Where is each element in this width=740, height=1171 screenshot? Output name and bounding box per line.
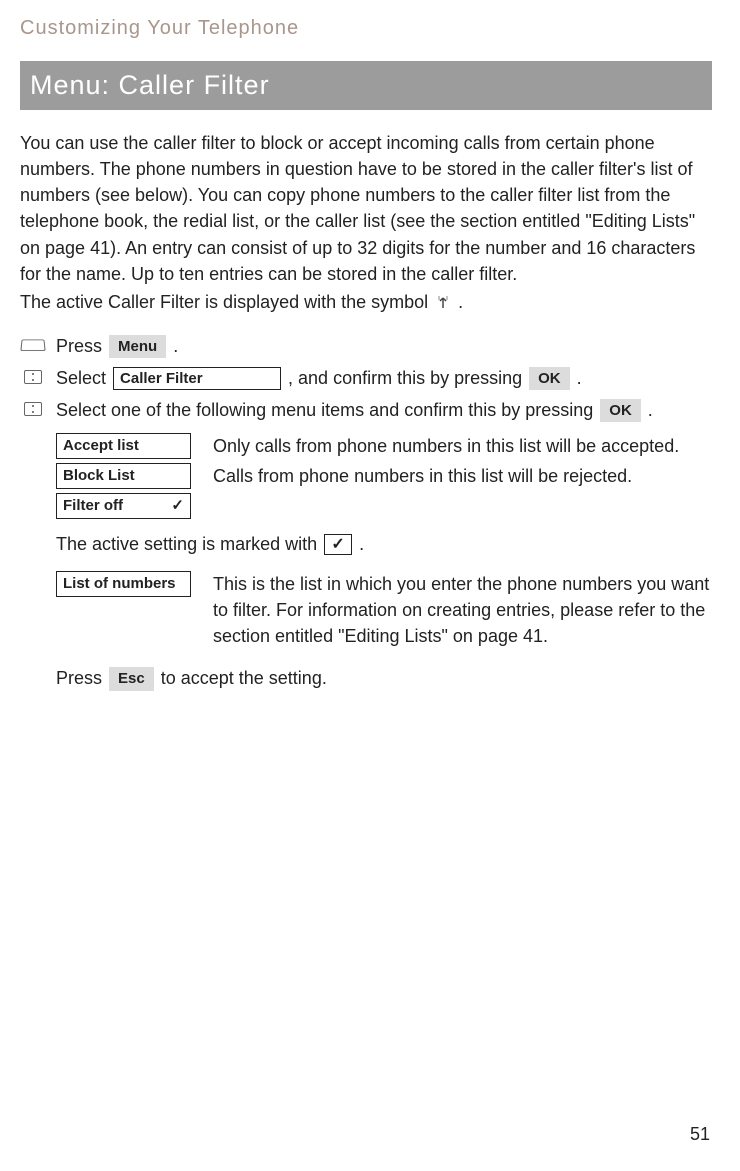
filter-off-label: Filter off [63,495,123,517]
block-list-desc: Calls from phone numbers in this list wi… [213,463,712,489]
intro-p2: The active Caller Filter is displayed wi… [20,289,712,315]
intro-p1: You can use the caller filter to block o… [20,130,712,287]
intro-paragraph: You can use the caller filter to block o… [20,130,712,315]
section-heading-bar: Menu: Caller Filter [20,61,712,110]
caller-filter-menu-item[interactable]: Caller Filter [113,367,281,391]
block-list-row: Block List Calls from phone numbers in t… [56,463,712,489]
active-setting-note: The active setting is marked with ✓ . [20,531,712,557]
intro-p2-prefix: The active Caller Filter is displayed wi… [20,292,433,312]
list-of-numbers-row: List of numbers This is the list in whic… [20,571,712,649]
step2-text-a: Select [56,368,111,388]
accept-list-label: Accept list [63,435,139,457]
accept-list-desc: Only calls from phone numbers in this li… [213,433,712,459]
after-menu-a: The active setting is marked with [56,534,322,554]
menu-items: Accept list Only calls from phone number… [20,433,712,519]
step2-text-c: . [572,368,582,388]
list-of-numbers-label: List of numbers [63,573,176,595]
step-press-menu: Press Menu . [20,333,712,359]
ok-button[interactable]: OK [529,367,570,391]
section-heading-text: Menu: Caller Filter [20,61,278,110]
press-esc-a: Press [56,668,107,688]
chapter-title: Customizing Your Telephone [20,14,712,43]
after-menu-b: . [359,534,364,554]
filter-off-row: Filter off ✓ [56,493,712,519]
step3-text-a: Select one of the following menu items a… [56,400,598,420]
checkmark-box-icon: ✓ [324,534,352,555]
block-list-label: Block List [63,465,135,487]
navigation-key-icon [20,400,46,418]
step-select-menu-item: Select one of the following menu items a… [20,397,712,423]
step1-text-a: Press [56,336,107,356]
accept-list-item[interactable]: Accept list [56,433,191,459]
accept-list-row: Accept list Only calls from phone number… [56,433,712,459]
ok-button[interactable]: OK [600,399,641,423]
caller-filter-symbol-icon [435,291,451,307]
step3-text-b: . [643,400,653,420]
block-list-item[interactable]: Block List [56,463,191,489]
intro-p2-suffix: . [458,292,463,312]
step-select-caller-filter: Select Caller Filter , and confirm this … [20,365,712,391]
list-of-numbers-desc: This is the list in which you enter the … [213,571,712,649]
softkey-icon [20,336,46,354]
list-of-numbers-item[interactable]: List of numbers [56,571,191,597]
step1-text-b: . [168,336,178,356]
navigation-key-icon [20,368,46,386]
esc-button[interactable]: Esc [109,667,154,691]
step2-text-b: , and confirm this by pressing [283,368,527,388]
menu-button[interactable]: Menu [109,335,166,359]
press-esc-b: to accept the setting. [156,668,327,688]
page-number: 51 [690,1121,710,1147]
checkmark-icon: ✓ [171,495,184,517]
press-esc-line: Press Esc to accept the setting. [20,665,712,691]
filter-off-item[interactable]: Filter off ✓ [56,493,191,519]
